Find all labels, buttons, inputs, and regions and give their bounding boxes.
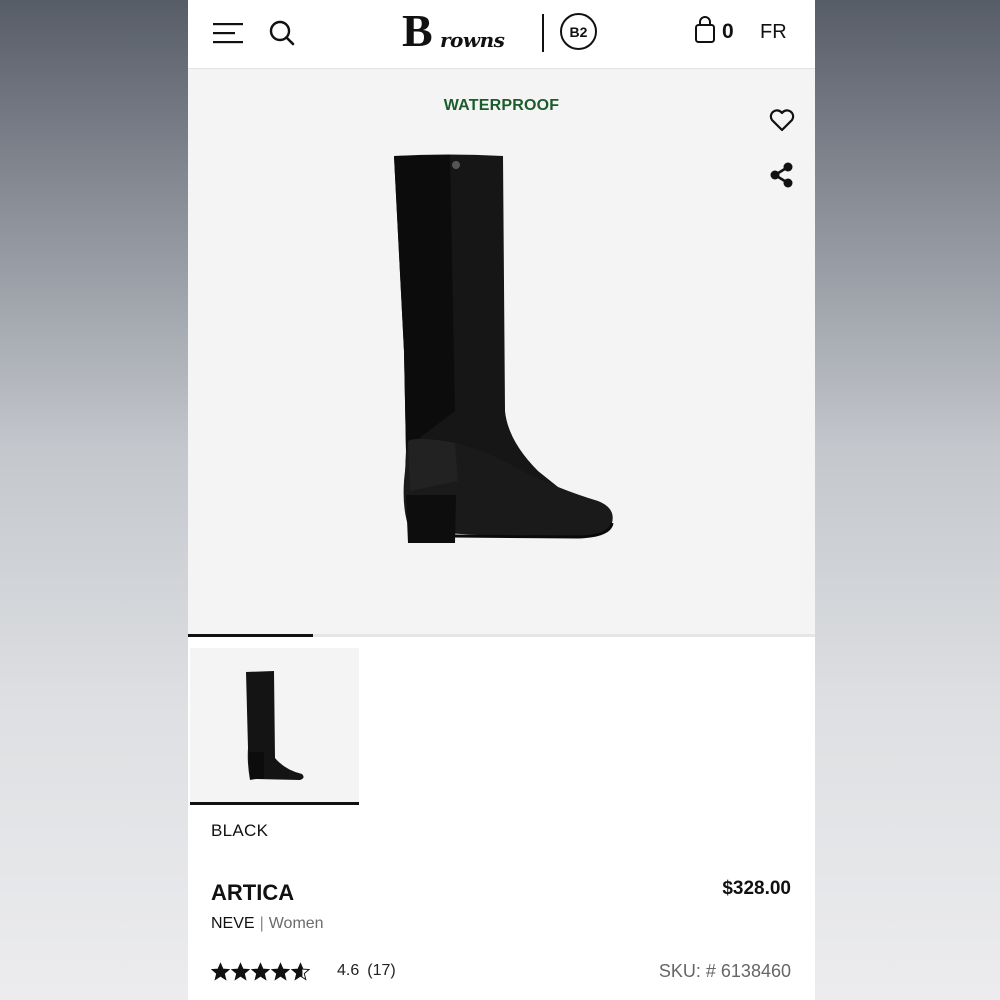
product-name: ARTICA — [211, 880, 295, 905]
star-icon — [291, 961, 310, 981]
product-main-image — [358, 151, 658, 561]
share-icon[interactable] — [768, 161, 796, 189]
product-rating[interactable]: 4.6 (17) — [211, 960, 396, 982]
rating-stars — [211, 961, 311, 981]
color-label: BLACK — [211, 821, 269, 840]
rating-count: (17) — [367, 962, 396, 979]
brand-separator: | — [259, 915, 264, 932]
waterproof-badge: WATERPROOF — [443, 97, 560, 114]
product-image-gallery[interactable]: WATERPROOF — [188, 69, 815, 635]
product-price: $328.00 — [722, 878, 791, 899]
shopping-bag-icon — [694, 15, 716, 49]
logo-wordmark: rowns — [440, 28, 505, 52]
heart-icon[interactable] — [768, 107, 796, 133]
star-icon — [271, 961, 290, 981]
thumbnail-image[interactable] — [190, 648, 359, 805]
product-sku: SKU: # 6138460 — [658, 961, 791, 981]
b2-logo-badge: B2 — [560, 13, 597, 50]
brand-line: NEVE | Women — [211, 915, 324, 933]
product-page: B rowns B2 0 FR WATERPROOF BLACK ARTICA … — [188, 0, 815, 1000]
brand-name[interactable]: NEVE — [211, 915, 255, 932]
star-icon — [211, 961, 230, 981]
logo-divider — [542, 14, 544, 52]
gender-label: Women — [268, 915, 324, 932]
top-header: B rowns B2 0 FR — [188, 0, 815, 69]
gallery-progress-bar — [188, 634, 815, 637]
brand-logo[interactable]: B rowns B2 — [402, 5, 602, 56]
search-icon[interactable] — [268, 19, 296, 47]
cart-count: 0 — [722, 20, 734, 43]
rating-value: 4.6 — [337, 962, 360, 979]
gallery-progress-fill — [188, 634, 314, 637]
language-toggle[interactable]: FR — [760, 21, 787, 44]
hamburger-menu-icon[interactable] — [212, 20, 244, 46]
star-icon — [251, 961, 270, 981]
star-icon — [231, 961, 250, 981]
logo-initial: B — [402, 5, 433, 56]
cart-button[interactable]: 0 — [694, 15, 734, 49]
